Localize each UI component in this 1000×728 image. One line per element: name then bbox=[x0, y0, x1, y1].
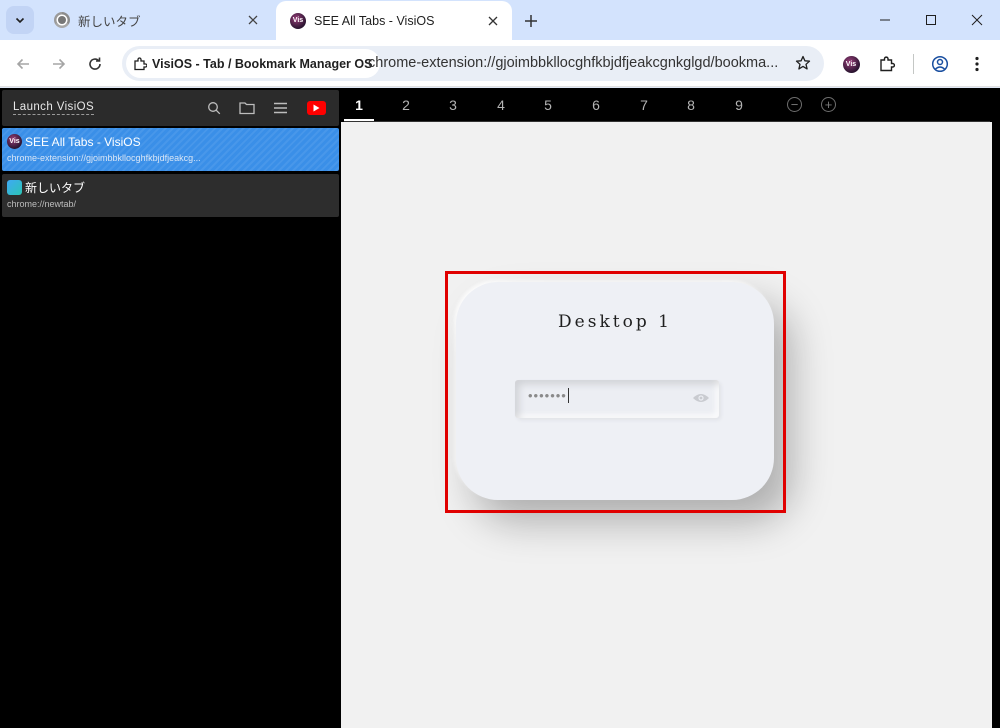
window-edge bbox=[992, 88, 1000, 728]
toolbar-divider bbox=[913, 54, 914, 74]
visios-extension-icon: Vis bbox=[842, 55, 860, 73]
plus-icon bbox=[525, 15, 537, 27]
highlight-box bbox=[445, 271, 786, 513]
reload-icon bbox=[89, 57, 101, 70]
desktop-tab-8[interactable]: 8 bbox=[676, 97, 706, 113]
desktop-tabs: 1 2 3 4 5 6 7 8 9 − + bbox=[341, 88, 992, 122]
sidebar-item-url: chrome-extension://gjoimbbkllocghfkbjdfj… bbox=[7, 153, 201, 163]
close-icon bbox=[971, 14, 983, 26]
maximize-button[interactable] bbox=[908, 0, 954, 40]
add-desktop-button[interactable]: + bbox=[821, 97, 836, 112]
account-circle-icon bbox=[931, 55, 949, 73]
menu-icon[interactable] bbox=[270, 99, 290, 117]
visios-app: Launch VisiOS Vis SEE All Tabs - VisiOS … bbox=[0, 88, 1000, 728]
browser-tab-strip: 新しいタブ Vis SEE All Tabs - VisiOS bbox=[0, 0, 1000, 40]
back-button[interactable] bbox=[9, 50, 37, 78]
remove-desktop-button[interactable]: − bbox=[787, 97, 802, 112]
site-info-chip[interactable]: VisiOS - Tab / Bookmark Manager OS bbox=[126, 49, 381, 78]
maximize-icon bbox=[926, 15, 936, 25]
tab-search-button[interactable] bbox=[6, 6, 34, 34]
chevron-down-icon bbox=[15, 17, 25, 24]
sidebar-tab-item-visios[interactable]: Vis SEE All Tabs - VisiOS chrome-extensi… bbox=[2, 128, 339, 171]
sidebar-item-title: SEE All Tabs - VisiOS bbox=[25, 134, 141, 149]
tab-list-sidebar: Launch VisiOS Vis SEE All Tabs - VisiOS … bbox=[0, 88, 341, 728]
visios-extension-button[interactable]: Vis bbox=[837, 50, 865, 78]
minimize-button[interactable] bbox=[862, 0, 908, 40]
tab-title: 新しいタブ bbox=[78, 14, 141, 29]
browser-tab-visios[interactable]: Vis SEE All Tabs - VisiOS bbox=[276, 1, 512, 40]
chrome-icon bbox=[54, 12, 70, 28]
reload-button[interactable] bbox=[81, 50, 109, 78]
desktop-area: 1 2 3 4 5 6 7 8 9 − + Desktop 1 ••••••• bbox=[341, 88, 992, 728]
url-text[interactable]: chrome-extension://gjoimbbkllocghfkbjdfj… bbox=[368, 55, 788, 71]
newtab-favicon-icon bbox=[7, 180, 22, 195]
arrow-left-icon bbox=[16, 58, 29, 70]
close-tab-icon[interactable] bbox=[484, 12, 502, 30]
sidebar-header: Launch VisiOS bbox=[2, 90, 339, 126]
sidebar-item-title: 新しいタブ bbox=[25, 181, 86, 195]
star-icon bbox=[795, 55, 811, 70]
extensions-button[interactable] bbox=[873, 50, 901, 78]
desktop-tab-1[interactable]: 1 bbox=[344, 97, 374, 113]
desktop-tab-3[interactable]: 3 bbox=[438, 97, 468, 113]
folder-icon[interactable] bbox=[237, 99, 257, 117]
desktop-tab-5[interactable]: 5 bbox=[533, 97, 563, 113]
desktop-tab-7[interactable]: 7 bbox=[629, 97, 659, 113]
tabs-divider bbox=[344, 121, 990, 122]
desktop-tab-2[interactable]: 2 bbox=[391, 97, 421, 113]
chrome-menu-button[interactable] bbox=[963, 50, 991, 78]
bookmark-star-button[interactable] bbox=[790, 50, 816, 76]
more-vertical-icon bbox=[975, 56, 979, 72]
minimize-icon bbox=[880, 19, 890, 21]
close-window-button[interactable] bbox=[954, 0, 1000, 40]
forward-button[interactable] bbox=[45, 50, 73, 78]
youtube-icon[interactable] bbox=[307, 101, 326, 115]
sidebar-tab-item-newtab[interactable]: 新しいタブ chrome://newtab/ bbox=[2, 174, 339, 217]
launch-visios-button[interactable]: Launch VisiOS bbox=[13, 101, 95, 115]
visios-favicon-icon: Vis bbox=[290, 12, 306, 29]
extension-icon bbox=[132, 56, 148, 72]
desktop-tab-6[interactable]: 6 bbox=[581, 97, 611, 113]
new-tab-button[interactable] bbox=[518, 8, 544, 34]
arrow-right-icon bbox=[53, 58, 66, 70]
profile-button[interactable] bbox=[926, 50, 954, 78]
desktop-tab-9[interactable]: 9 bbox=[724, 97, 754, 113]
desktop-tab-4[interactable]: 4 bbox=[486, 97, 516, 113]
close-tab-icon[interactable] bbox=[244, 11, 262, 29]
sidebar-item-url: chrome://newtab/ bbox=[7, 199, 77, 209]
address-bar[interactable]: VisiOS - Tab / Bookmark Manager OS chrom… bbox=[122, 46, 824, 81]
search-icon[interactable] bbox=[204, 99, 224, 117]
tab-title: SEE All Tabs - VisiOS bbox=[314, 13, 435, 28]
browser-toolbar: VisiOS - Tab / Bookmark Manager OS chrom… bbox=[0, 40, 1000, 87]
visios-favicon-icon: Vis bbox=[7, 134, 22, 149]
browser-tab-newtab[interactable]: 新しいタブ bbox=[40, 0, 272, 40]
site-chip-label: VisiOS - Tab / Bookmark Manager OS bbox=[152, 56, 373, 71]
puzzle-icon bbox=[880, 56, 896, 72]
